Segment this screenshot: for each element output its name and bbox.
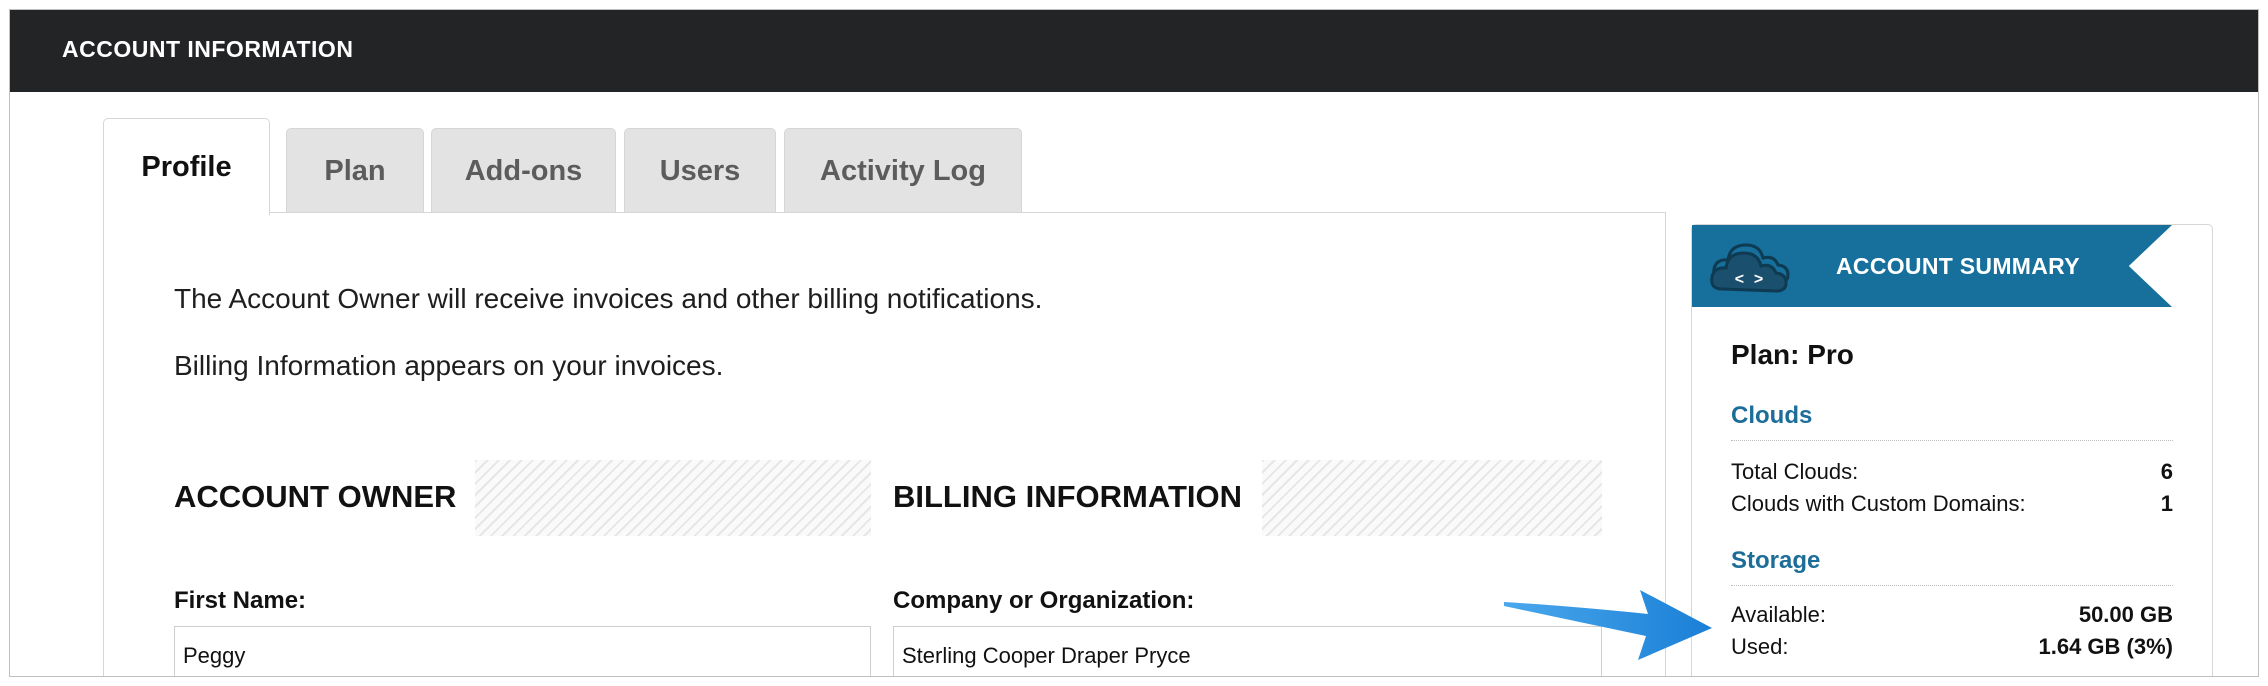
storage-used-label: Used: <box>1731 634 1789 659</box>
tab-plan[interactable]: Plan <box>286 128 424 214</box>
account-window: ACCOUNT INFORMATION Profile Plan Add-ons… <box>9 9 2259 677</box>
plan-name: Plan: Pro <box>1731 339 1854 370</box>
tab-users[interactable]: Users <box>624 128 776 214</box>
storage-available-value: 50.00 GB <box>2078 602 2173 627</box>
header-bar: ACCOUNT INFORMATION <box>10 10 2258 92</box>
storage-available-row: Available: 50.00 GB <box>1731 602 2173 628</box>
account-summary-title: ACCOUNT SUMMARY <box>1836 253 2080 279</box>
storage-heading: Storage <box>1731 547 2173 586</box>
clouds-heading: Clouds <box>1731 402 2173 441</box>
page-title: ACCOUNT INFORMATION <box>62 36 354 62</box>
account-summary-card: < > ACCOUNT SUMMARY Plan: Pro Clouds Tot… <box>1691 224 2213 676</box>
account-owner-heading: ACCOUNT OWNER <box>174 479 457 514</box>
billing-information-heading: BILLING INFORMATION <box>893 479 1242 514</box>
custom-domains-value: 1 <box>2160 491 2173 516</box>
first-name-field[interactable] <box>174 626 871 676</box>
tab-profile[interactable]: Profile <box>103 118 270 215</box>
intro-text-owner: The Account Owner will receive invoices … <box>174 283 1043 314</box>
storage-available-label: Available: <box>1731 602 1826 627</box>
custom-domains-label: Clouds with Custom Domains: <box>1731 491 2026 516</box>
storage-used-value: 1.64 GB (3%) <box>2038 634 2174 659</box>
custom-domains-row: Clouds with Custom Domains: 1 <box>1731 491 2173 517</box>
first-name-label: First Name: <box>174 587 307 614</box>
section-divider-hatch <box>475 460 871 536</box>
total-clouds-row: Total Clouds: 6 <box>1731 459 2173 485</box>
total-clouds-label: Total Clouds: <box>1731 459 1859 484</box>
storage-used-row: Used: 1.64 GB (3%) <box>1731 634 2173 660</box>
cloud-code-icon: < > <box>1710 243 1790 293</box>
company-field[interactable] <box>893 626 1602 676</box>
tab-add-ons[interactable]: Add-ons <box>431 128 616 214</box>
tab-activity-log[interactable]: Activity Log <box>784 128 1022 214</box>
annotation-arrow-icon <box>1504 590 1712 660</box>
total-clouds-value: 6 <box>2160 459 2173 484</box>
svg-text:< >: < > <box>1735 271 1764 289</box>
company-label: Company or Organization: <box>893 587 1195 614</box>
account-summary-banner: < > ACCOUNT SUMMARY <box>1692 225 2172 307</box>
intro-text-billing: Billing Information appears on your invo… <box>174 350 724 381</box>
profile-panel: The Account Owner will receive invoices … <box>103 212 1666 676</box>
section-divider-hatch <box>1262 460 1602 536</box>
